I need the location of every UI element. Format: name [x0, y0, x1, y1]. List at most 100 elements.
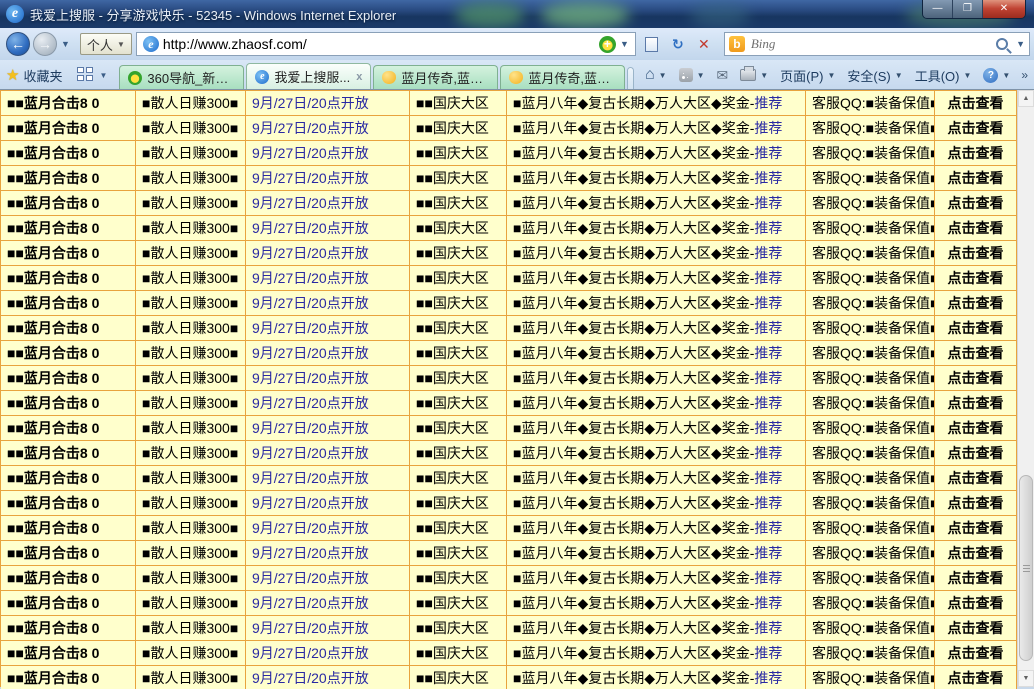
- view-details-link[interactable]: 点击查看: [935, 291, 1017, 315]
- search-dropdown-icon[interactable]: ▼: [1016, 39, 1025, 49]
- recommend-link[interactable]: 推荐: [754, 645, 782, 661]
- view-details-link[interactable]: 点击查看: [935, 191, 1017, 215]
- maximize-button[interactable]: ❐: [953, 0, 983, 18]
- open-time-link[interactable]: 9月/27日/20点开放: [246, 291, 410, 315]
- open-time-link[interactable]: 9月/27日/20点开放: [246, 166, 410, 190]
- address-dropdown-icon[interactable]: ▼: [616, 39, 633, 49]
- tab-lanyue-1[interactable]: 蓝月传奇,蓝月...: [373, 65, 499, 89]
- new-tab-button[interactable]: [627, 67, 634, 89]
- recommend-link[interactable]: 推荐: [754, 370, 782, 386]
- compatibility-view-button[interactable]: [640, 32, 664, 56]
- recommend-link[interactable]: 推荐: [754, 95, 782, 111]
- favorites-button[interactable]: 收藏夹: [23, 66, 62, 85]
- recommend-link[interactable]: 推荐: [754, 320, 782, 336]
- recommend-link[interactable]: 推荐: [754, 395, 782, 411]
- help-button[interactable]: ? ▼: [978, 67, 1015, 83]
- scrollbar-thumb[interactable]: [1019, 475, 1033, 661]
- view-details-link[interactable]: 点击查看: [935, 141, 1017, 165]
- recommend-link[interactable]: 推荐: [754, 620, 782, 636]
- open-time-link[interactable]: 9月/27日/20点开放: [246, 266, 410, 290]
- open-time-link[interactable]: 9月/27日/20点开放: [246, 516, 410, 540]
- open-time-link[interactable]: 9月/27日/20点开放: [246, 466, 410, 490]
- quick-tabs-icon[interactable]: [76, 66, 96, 84]
- recommend-link[interactable]: 推荐: [754, 120, 782, 136]
- search-input[interactable]: Bing: [751, 36, 996, 52]
- minimize-button[interactable]: —: [923, 0, 953, 18]
- view-details-link[interactable]: 点击查看: [935, 216, 1017, 240]
- open-time-link[interactable]: 9月/27日/20点开放: [246, 216, 410, 240]
- open-time-link[interactable]: 9月/27日/20点开放: [246, 491, 410, 515]
- scroll-down-icon[interactable]: ▼: [1018, 670, 1034, 687]
- recommend-link[interactable]: 推荐: [754, 195, 782, 211]
- search-box[interactable]: b Bing ▼: [723, 32, 1030, 56]
- view-details-link[interactable]: 点击查看: [935, 541, 1017, 565]
- 360-safeguard-icon[interactable]: +: [598, 35, 616, 53]
- forward-button[interactable]: →: [33, 32, 57, 56]
- view-details-link[interactable]: 点击查看: [935, 241, 1017, 265]
- view-details-link[interactable]: 点击查看: [935, 566, 1017, 590]
- recommend-link[interactable]: 推荐: [754, 495, 782, 511]
- vertical-scrollbar[interactable]: ▲ ▼: [1017, 90, 1034, 687]
- recommend-link[interactable]: 推荐: [754, 470, 782, 486]
- recommend-link[interactable]: 推荐: [754, 520, 782, 536]
- view-details-link[interactable]: 点击查看: [935, 441, 1017, 465]
- open-time-link[interactable]: 9月/27日/20点开放: [246, 116, 410, 140]
- view-details-link[interactable]: 点击查看: [935, 391, 1017, 415]
- search-icon[interactable]: [996, 38, 1009, 50]
- print-button[interactable]: ▼: [735, 66, 773, 81]
- address-bar[interactable]: e http://www.zhaosf.com/ + ▼: [135, 32, 636, 56]
- view-details-link[interactable]: 点击查看: [935, 591, 1017, 615]
- view-details-link[interactable]: 点击查看: [935, 91, 1017, 115]
- open-time-link[interactable]: 9月/27日/20点开放: [246, 141, 410, 165]
- view-details-link[interactable]: 点击查看: [935, 466, 1017, 490]
- open-time-link[interactable]: 9月/27日/20点开放: [246, 541, 410, 565]
- close-tab-icon[interactable]: x: [356, 71, 362, 83]
- favorites-star-icon[interactable]: ★: [6, 66, 19, 84]
- tab-lanyue-2[interactable]: 蓝月传奇,蓝月...: [500, 65, 626, 89]
- open-time-link[interactable]: 9月/27日/20点开放: [246, 241, 410, 265]
- recommend-link[interactable]: 推荐: [754, 270, 782, 286]
- page-menu-button[interactable]: 页面(P) ▼: [775, 66, 840, 85]
- recommend-link[interactable]: 推荐: [754, 445, 782, 461]
- back-button[interactable]: ←: [6, 32, 30, 56]
- open-time-link[interactable]: 9月/27日/20点开放: [246, 641, 410, 665]
- view-details-link[interactable]: 点击查看: [935, 341, 1017, 365]
- open-time-link[interactable]: 9月/27日/20点开放: [246, 191, 410, 215]
- open-time-link[interactable]: 9月/27日/20点开放: [246, 316, 410, 340]
- open-time-link[interactable]: 9月/27日/20点开放: [246, 441, 410, 465]
- open-time-link[interactable]: 9月/27日/20点开放: [246, 616, 410, 640]
- home-button[interactable]: ⌂ ▼: [640, 66, 672, 84]
- recommend-link[interactable]: 推荐: [754, 345, 782, 361]
- open-time-link[interactable]: 9月/27日/20点开放: [246, 91, 410, 115]
- recommend-link[interactable]: 推荐: [754, 670, 782, 686]
- open-time-link[interactable]: 9月/27日/20点开放: [246, 591, 410, 615]
- open-time-link[interactable]: 9月/27日/20点开放: [246, 391, 410, 415]
- recommend-link[interactable]: 推荐: [754, 295, 782, 311]
- view-details-link[interactable]: 点击查看: [935, 366, 1017, 390]
- zone-dropdown-button[interactable]: 个人 ▼: [79, 33, 132, 55]
- view-details-link[interactable]: 点击查看: [935, 491, 1017, 515]
- open-time-link[interactable]: 9月/27日/20点开放: [246, 341, 410, 365]
- view-details-link[interactable]: 点击查看: [935, 641, 1017, 665]
- recommend-link[interactable]: 推荐: [754, 245, 782, 261]
- view-details-link[interactable]: 点击查看: [935, 316, 1017, 340]
- view-details-link[interactable]: 点击查看: [935, 166, 1017, 190]
- recommend-link[interactable]: 推荐: [754, 545, 782, 561]
- open-time-link[interactable]: 9月/27日/20点开放: [246, 566, 410, 590]
- view-details-link[interactable]: 点击查看: [935, 116, 1017, 140]
- recommend-link[interactable]: 推荐: [754, 145, 782, 161]
- recommend-link[interactable]: 推荐: [754, 220, 782, 236]
- safety-menu-button[interactable]: 安全(S) ▼: [842, 66, 907, 85]
- tab-list-dropdown-icon[interactable]: ▼: [99, 71, 107, 80]
- open-time-link[interactable]: 9月/27日/20点开放: [246, 366, 410, 390]
- recommend-link[interactable]: 推荐: [754, 420, 782, 436]
- close-button[interactable]: ✕: [983, 0, 1025, 18]
- recommend-link[interactable]: 推荐: [754, 570, 782, 586]
- tab-active-zhaosf[interactable]: e 我爱上搜服... x: [246, 63, 372, 89]
- view-details-link[interactable]: 点击查看: [935, 266, 1017, 290]
- view-details-link[interactable]: 点击查看: [935, 616, 1017, 640]
- tools-menu-button[interactable]: 工具(O) ▼: [910, 66, 977, 85]
- scroll-up-icon[interactable]: ▲: [1018, 90, 1034, 107]
- stop-button[interactable]: ✕: [692, 32, 716, 56]
- recommend-link[interactable]: 推荐: [754, 595, 782, 611]
